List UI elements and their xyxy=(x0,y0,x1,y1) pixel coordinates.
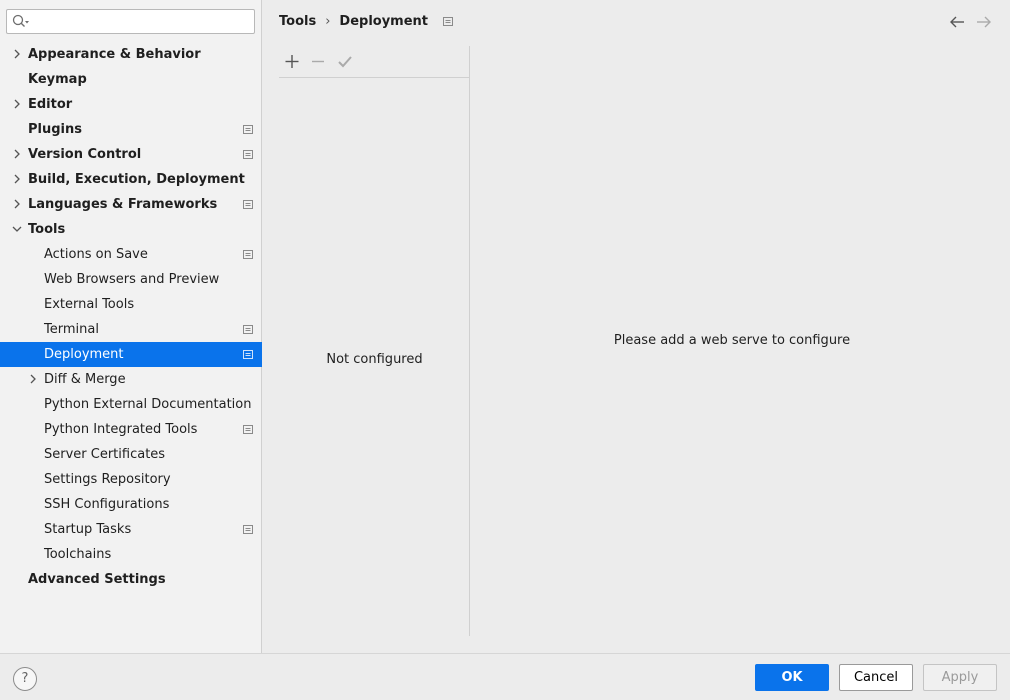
project-scope-icon xyxy=(243,150,253,159)
tree-item[interactable]: Version Control xyxy=(0,142,262,167)
project-scope-icon xyxy=(243,525,253,534)
project-scope-icon xyxy=(442,17,453,26)
breadcrumb-current: Deployment xyxy=(339,14,429,29)
back-arrow-icon[interactable] xyxy=(948,13,966,31)
tree-item[interactable]: Web Browsers and Preview xyxy=(0,267,262,292)
tree-item-label: Plugins xyxy=(28,122,82,137)
help-button[interactable]: ? xyxy=(13,667,37,691)
dialog-footer: ? OK Cancel Apply xyxy=(0,653,1010,700)
chevron-down-icon[interactable] xyxy=(11,223,23,235)
tree-item-label: Terminal xyxy=(44,322,99,337)
tree-item-label: Startup Tasks xyxy=(44,522,132,537)
deployment-empty-message: Please add a web serve to configure xyxy=(613,333,851,348)
chevron-right-icon[interactable] xyxy=(11,198,23,210)
tree-item-label: Server Certificates xyxy=(44,447,166,462)
tree-item-label: Toolchains xyxy=(44,547,112,562)
tree-item-label: Tools xyxy=(28,222,66,237)
tree-item[interactable]: Startup Tasks xyxy=(0,517,262,542)
tree-item[interactable]: Python Integrated Tools xyxy=(0,417,262,442)
chevron-right-icon[interactable] xyxy=(11,173,23,185)
breadcrumb: Tools › Deployment xyxy=(279,14,453,32)
cancel-button[interactable]: Cancel xyxy=(839,664,913,691)
add-server-icon[interactable] xyxy=(281,50,303,72)
tree-item-label: SSH Configurations xyxy=(44,497,170,512)
breadcrumb-separator-icon: › xyxy=(325,14,331,29)
tree-item[interactable]: Build, Execution, Deployment xyxy=(0,167,262,192)
project-scope-icon xyxy=(243,325,253,334)
tree-item-label: Languages & Frameworks xyxy=(28,197,218,212)
tree-item[interactable]: Diff & Merge xyxy=(0,367,262,392)
tree-item[interactable]: Appearance & Behavior xyxy=(0,42,262,67)
tree-item-label: Version Control xyxy=(28,147,142,162)
use-as-default-check-icon[interactable] xyxy=(334,50,356,72)
project-scope-icon xyxy=(243,125,253,134)
tree-item[interactable]: Editor xyxy=(0,92,262,117)
chevron-right-icon[interactable] xyxy=(11,98,23,110)
project-scope-icon xyxy=(243,425,253,434)
tree-item[interactable]: Plugins xyxy=(0,117,262,142)
remove-server-icon[interactable] xyxy=(307,50,329,72)
tree-item-label: Python Integrated Tools xyxy=(44,422,198,437)
server-list-toolbar xyxy=(279,46,470,78)
search-icon xyxy=(12,14,29,27)
server-list-panel: Not configured xyxy=(279,46,470,636)
forward-arrow-icon[interactable] xyxy=(975,13,993,31)
server-list-empty-label: Not configured xyxy=(326,352,423,367)
tree-item[interactable]: Languages & Frameworks xyxy=(0,192,262,217)
project-scope-icon xyxy=(243,250,253,259)
settings-sidebar: Appearance & Behavior Keymap Editor Plugins… xyxy=(0,0,262,653)
tree-item[interactable]: External Tools xyxy=(0,292,262,317)
tree-item[interactable]: SSH Configurations xyxy=(0,492,262,517)
tree-item-label: Actions on Save xyxy=(44,247,148,262)
tree-item-label: Settings Repository xyxy=(44,472,171,487)
tree-item-label: Appearance & Behavior xyxy=(28,47,201,62)
chevron-right-icon[interactable] xyxy=(27,373,39,385)
tree-item[interactable]: Actions on Save xyxy=(0,242,262,267)
settings-search-box[interactable] xyxy=(6,9,255,34)
tree-item[interactable]: Terminal xyxy=(0,317,262,342)
tree-item-label: Deployment xyxy=(44,347,124,362)
project-scope-icon xyxy=(243,350,253,359)
tree-item-label: Keymap xyxy=(28,72,87,87)
tree-item[interactable]: Python External Documentation xyxy=(0,392,262,417)
tree-item-label: Editor xyxy=(28,97,73,112)
settings-search-input[interactable] xyxy=(31,12,249,31)
apply-button[interactable]: Apply xyxy=(923,664,997,691)
tree-item-label: External Tools xyxy=(44,297,135,312)
tree-item[interactable]: Settings Repository xyxy=(0,467,262,492)
chevron-right-icon[interactable] xyxy=(11,148,23,160)
tree-item-label: Diff & Merge xyxy=(44,372,126,387)
ok-button[interactable]: OK xyxy=(755,664,829,691)
tree-item[interactable]: Deployment xyxy=(0,342,262,367)
tree-item-label: Web Browsers and Preview xyxy=(44,272,220,287)
tree-item-label: Build, Execution, Deployment xyxy=(28,172,245,187)
tree-item[interactable]: Keymap xyxy=(0,67,262,92)
project-scope-icon xyxy=(243,200,253,209)
tree-item[interactable]: Toolchains xyxy=(0,542,262,567)
tree-item[interactable]: Tools xyxy=(0,217,262,242)
breadcrumb-parent[interactable]: Tools xyxy=(279,14,316,29)
tree-item-label: Advanced Settings xyxy=(28,572,166,587)
tree-item[interactable]: Server Certificates xyxy=(0,442,262,467)
tree-item[interactable]: Advanced Settings xyxy=(0,567,262,592)
tree-item-label: Python External Documentation xyxy=(44,397,252,412)
chevron-right-icon[interactable] xyxy=(11,48,23,60)
settings-tree: Appearance & Behavior Keymap Editor Plugins… xyxy=(0,42,262,592)
